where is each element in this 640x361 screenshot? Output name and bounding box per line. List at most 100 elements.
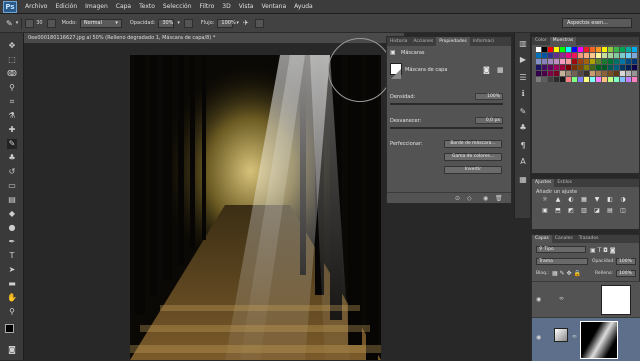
menu-filtro[interactable]: Filtro <box>200 3 215 10</box>
adjustment-icon[interactable]: ▤ <box>605 207 615 215</box>
workspace-select[interactable]: Aspectos esen... <box>562 18 632 28</box>
color-swatch[interactable] <box>548 53 553 58</box>
color-swatch[interactable] <box>566 71 571 76</box>
color-swatch[interactable] <box>602 53 607 58</box>
layer-fill-input[interactable]: 100% <box>616 270 636 277</box>
filter-icons[interactable]: ▣ T ◘ ◙ <box>590 247 616 254</box>
color-swatch[interactable] <box>572 53 577 58</box>
tab-informacion[interactable]: Informaci <box>470 37 497 46</box>
color-swatch[interactable] <box>614 65 619 70</box>
color-swatch[interactable] <box>566 47 571 52</box>
color-swatch[interactable] <box>560 59 565 64</box>
marquee-tool-icon[interactable]: ⬚ <box>7 55 17 65</box>
color-swatch[interactable] <box>554 65 559 70</box>
color-swatch[interactable] <box>632 77 637 82</box>
color-swatch[interactable] <box>596 53 601 58</box>
add-mask-icon[interactable]: ▦ <box>497 66 504 74</box>
mask-thumbnail[interactable] <box>390 63 402 79</box>
color-swatch[interactable] <box>620 65 625 70</box>
menu-vista[interactable]: Vista <box>239 3 254 10</box>
color-swatch[interactable] <box>584 71 589 76</box>
color-swatch[interactable] <box>554 59 559 64</box>
tab-canales[interactable]: Canales <box>552 235 576 243</box>
actions-icon[interactable]: ▶ <box>518 55 528 65</box>
color-range-button[interactable]: Gama de colores... <box>444 153 502 161</box>
color-swatch[interactable] <box>548 47 553 52</box>
color-swatch[interactable] <box>584 47 589 52</box>
color-swatch[interactable] <box>578 47 583 52</box>
layer-row-selected[interactable]: ◉ ∞ <box>532 317 640 361</box>
color-swatch[interactable] <box>620 77 625 82</box>
tab-propiedades[interactable]: Propiedades <box>436 37 470 46</box>
load-selection-icon[interactable]: ⊙ <box>455 195 460 202</box>
quick-select-tool-icon[interactable]: ⚲ <box>7 83 17 93</box>
color-swatch[interactable] <box>536 59 541 64</box>
color-swatch[interactable] <box>584 59 589 64</box>
menu-3d[interactable]: 3D <box>222 3 230 10</box>
color-swatch[interactable] <box>626 59 631 64</box>
color-swatch[interactable] <box>608 77 613 82</box>
properties-icon[interactable]: ☰ <box>518 73 528 83</box>
adjustment-icon[interactable]: ▦ <box>579 196 589 204</box>
delete-icon[interactable]: 🗑 <box>495 195 503 202</box>
lock-icons[interactable]: ▦ ✎ ✥ 🔒 <box>552 270 581 277</box>
color-swatch[interactable] <box>548 65 553 70</box>
color-swatch[interactable] <box>608 53 613 58</box>
tab-color[interactable]: Color <box>532 37 550 45</box>
color-swatch[interactable] <box>542 65 547 70</box>
color-swatch[interactable] <box>626 77 631 82</box>
blend-mode-select[interactable]: Trama <box>536 258 588 265</box>
color-swatch[interactable] <box>626 65 631 70</box>
color-swatch[interactable] <box>614 47 619 52</box>
color-swatch[interactable] <box>620 71 625 76</box>
color-swatch[interactable] <box>632 47 637 52</box>
color-swatch[interactable] <box>560 53 565 58</box>
adjustment-icon[interactable]: ▥ <box>579 207 589 215</box>
color-swatch[interactable] <box>578 71 583 76</box>
feather-input[interactable]: 0,0 px <box>475 117 503 124</box>
stamp-tool-icon[interactable]: ♣ <box>7 153 17 163</box>
color-swatch[interactable] <box>554 77 559 82</box>
color-swatch[interactable] <box>554 53 559 58</box>
menu-texto[interactable]: Texto <box>139 3 155 10</box>
menu-ventana[interactable]: Ventana <box>261 3 286 10</box>
brush-panel-icon[interactable] <box>46 18 56 28</box>
info-icon[interactable]: ℹ <box>518 89 528 99</box>
document-image[interactable] <box>130 55 381 360</box>
dodge-tool-icon[interactable]: ● <box>7 223 17 233</box>
adjustment-icon[interactable]: ◫ <box>618 207 628 215</box>
color-swatch[interactable] <box>602 71 607 76</box>
color-swatch[interactable] <box>536 77 541 82</box>
eraser-tool-icon[interactable]: ▭ <box>7 181 17 191</box>
color-swatch[interactable] <box>620 47 625 52</box>
brush-presets-icon[interactable]: ✎ <box>518 107 528 117</box>
color-swatch[interactable] <box>578 77 583 82</box>
color-swatch[interactable] <box>572 71 577 76</box>
adjustment-icon[interactable]: ◧ <box>605 196 615 204</box>
adjustment-icon[interactable]: ◐ <box>566 196 576 204</box>
healing-tool-icon[interactable]: ✚ <box>7 125 17 135</box>
color-swatch[interactable] <box>608 65 613 70</box>
brush-preset-icon[interactable] <box>25 18 35 28</box>
character-icon[interactable]: A <box>518 157 528 167</box>
color-swatch[interactable] <box>566 77 571 82</box>
color-swatch[interactable] <box>626 53 631 58</box>
color-swatch[interactable] <box>542 77 547 82</box>
color-swatch[interactable] <box>536 47 541 52</box>
pressure-opacity-icon[interactable] <box>183 18 193 28</box>
color-swatch[interactable] <box>626 71 631 76</box>
mode-select[interactable]: Normal ▾ <box>79 18 122 28</box>
adjustment-icon[interactable]: ◪ <box>592 207 602 215</box>
color-swatch[interactable] <box>584 77 589 82</box>
color-swatch[interactable] <box>542 47 547 52</box>
blur-tool-icon[interactable]: ◆ <box>7 209 17 219</box>
color-swatch[interactable] <box>590 77 595 82</box>
foreground-color-swatch[interactable] <box>5 324 14 333</box>
color-swatch[interactable] <box>614 77 619 82</box>
color-swatch[interactable] <box>572 59 577 64</box>
color-swatch[interactable] <box>614 53 619 58</box>
gradient-fill-thumbnail[interactable] <box>554 328 568 342</box>
menu-archivo[interactable]: Archivo <box>25 3 47 10</box>
pen-tool-icon[interactable]: ✒ <box>7 237 17 247</box>
color-swatch[interactable] <box>548 77 553 82</box>
